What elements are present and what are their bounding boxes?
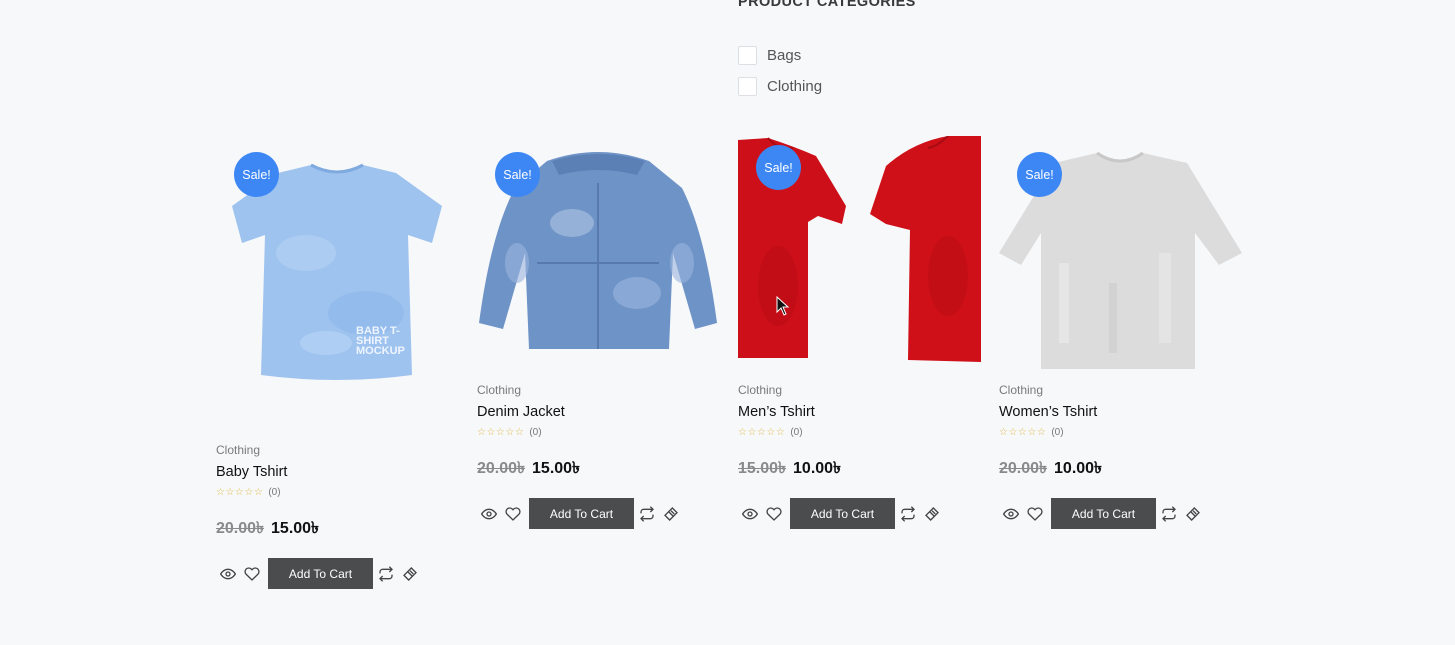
product-card: Sale! Clothing Denim Jacket ☆☆☆☆☆ (0) 20…	[477, 143, 720, 529]
tag-icon[interactable]	[659, 502, 683, 526]
sale-price: 10.00৳	[793, 459, 842, 477]
old-price: 20.00৳	[999, 459, 1048, 477]
stars: ☆☆☆☆☆	[738, 426, 786, 438]
compare-arrows-icon[interactable]	[374, 562, 398, 586]
product-image-link[interactable]: BABY T-SHIRT MOCKUP Sale!	[216, 143, 459, 383]
stars: ☆☆☆☆☆	[216, 486, 264, 498]
heart-icon[interactable]	[501, 502, 525, 526]
product-card: BABY T-SHIRT MOCKUP Sale! Clothing Baby …	[216, 143, 459, 589]
stars: ☆☆☆☆☆	[477, 426, 525, 438]
sale-price: 15.00৳	[271, 519, 320, 537]
compare-arrows-icon[interactable]	[896, 502, 920, 526]
eye-icon[interactable]	[216, 562, 240, 586]
add-to-cart-button[interactable]: Add To Cart	[529, 498, 634, 529]
rating-count: (0)	[1051, 426, 1064, 438]
product-category[interactable]: Clothing	[477, 383, 720, 397]
product-category[interactable]: Clothing	[216, 443, 459, 457]
product-card: Sale! Clothing Women’s Tshirt ☆☆☆☆☆ (0) …	[999, 143, 1242, 529]
product-card: Sale! Clothing Men’s Tshirt ☆☆☆☆☆ (0) 15…	[738, 136, 981, 529]
sale-price: 15.00৳	[532, 459, 581, 477]
product-image-link[interactable]: Sale!	[477, 143, 720, 369]
tag-icon[interactable]	[920, 502, 944, 526]
price: 15.00৳ 10.00৳	[738, 455, 981, 481]
product-title[interactable]: Baby Tshirt	[216, 462, 459, 482]
product-actions: Add To Cart	[999, 498, 1242, 529]
add-to-cart-button[interactable]: Add To Cart	[1051, 498, 1156, 529]
tag-icon[interactable]	[398, 562, 422, 586]
old-price: 20.00৳	[216, 519, 265, 537]
product-category[interactable]: Clothing	[999, 383, 1242, 397]
add-to-cart-button[interactable]: Add To Cart	[790, 498, 895, 529]
checkbox[interactable]	[738, 77, 757, 96]
heart-icon[interactable]	[240, 562, 264, 586]
product-category[interactable]: Clothing	[738, 383, 981, 397]
star-rating: ☆☆☆☆☆ (0)	[738, 423, 981, 441]
category-list: Bags Clothing	[738, 40, 1038, 102]
compare-arrows-icon[interactable]	[635, 502, 659, 526]
mockup-text: BABY T-SHIRT MOCKUP	[356, 325, 405, 357]
price: 20.00৳ 10.00৳	[999, 455, 1242, 481]
compare-arrows-icon[interactable]	[1157, 502, 1181, 526]
filter-heading: PRODUCT CATEGORIES	[738, 0, 916, 10]
product-title[interactable]: Denim Jacket	[477, 402, 720, 422]
category-option-clothing[interactable]: Clothing	[738, 71, 1038, 102]
star-rating: ☆☆☆☆☆ (0)	[999, 423, 1242, 441]
sale-badge: Sale!	[756, 145, 801, 190]
product-title[interactable]: Women’s Tshirt	[999, 402, 1242, 422]
rating-count: (0)	[268, 486, 281, 498]
mouse-pointer-icon	[776, 296, 790, 316]
rating-count: (0)	[529, 426, 542, 438]
category-option-bags[interactable]: Bags	[738, 40, 1038, 71]
product-image-link[interactable]: Sale!	[999, 143, 1242, 369]
old-price: 15.00৳	[738, 459, 787, 477]
price: 20.00৳ 15.00৳	[216, 515, 459, 541]
tag-icon[interactable]	[1181, 502, 1205, 526]
old-price: 20.00৳	[477, 459, 526, 477]
sale-badge: Sale!	[1017, 152, 1062, 197]
category-filter-widget: PRODUCT CATEGORIES Bags Clothing	[738, 0, 1038, 102]
heart-icon[interactable]	[762, 502, 786, 526]
product-title[interactable]: Men’s Tshirt	[738, 402, 981, 422]
product-actions: Add To Cart	[477, 498, 720, 529]
star-rating: ☆☆☆☆☆ (0)	[216, 483, 459, 501]
eye-icon[interactable]	[477, 502, 501, 526]
rating-count: (0)	[790, 426, 803, 438]
eye-icon[interactable]	[738, 502, 762, 526]
heart-icon[interactable]	[1023, 502, 1047, 526]
product-actions: Add To Cart	[216, 558, 459, 589]
product-image-link[interactable]: Sale!	[738, 136, 981, 369]
add-to-cart-button[interactable]: Add To Cart	[268, 558, 373, 589]
product-actions: Add To Cart	[738, 498, 981, 529]
sale-badge: Sale!	[234, 152, 279, 197]
sale-price: 10.00৳	[1054, 459, 1103, 477]
price: 20.00৳ 15.00৳	[477, 455, 720, 481]
category-label: Bags	[767, 47, 802, 64]
sale-badge: Sale!	[495, 152, 540, 197]
stars: ☆☆☆☆☆	[999, 426, 1047, 438]
eye-icon[interactable]	[999, 502, 1023, 526]
star-rating: ☆☆☆☆☆ (0)	[477, 423, 720, 441]
checkbox[interactable]	[738, 46, 757, 65]
category-label: Clothing	[767, 78, 823, 95]
